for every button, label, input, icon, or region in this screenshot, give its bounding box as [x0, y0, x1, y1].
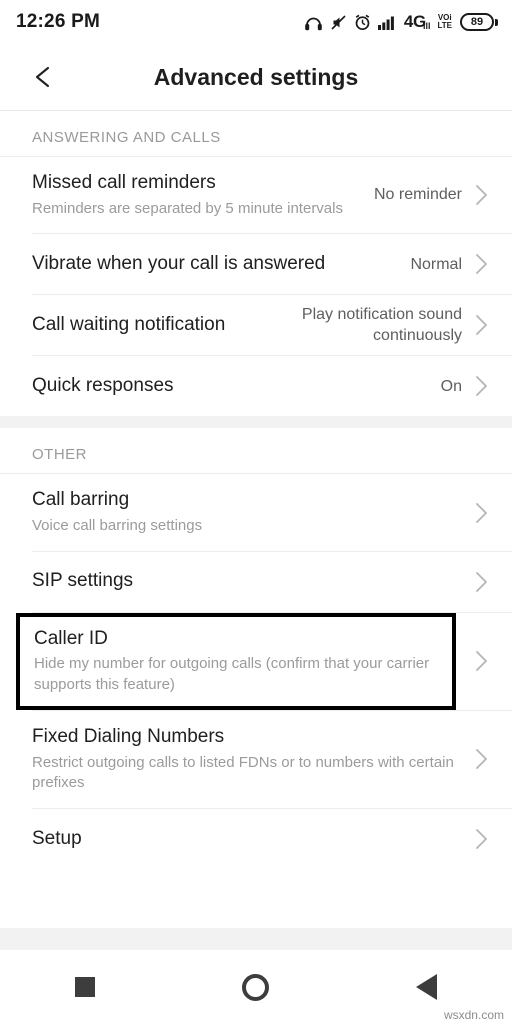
phone-screen: 12:26 PM 4G lll VOi LTE 89 Advanced sett… — [0, 0, 512, 1024]
row-caller-id[interactable]: Caller ID Hide my number for outgoing ca… — [0, 612, 512, 710]
row-fixed-dialing-numbers[interactable]: Fixed Dialing Numbers Restrict outgoing … — [0, 710, 512, 808]
bottom-band — [0, 928, 512, 950]
home-button[interactable] — [220, 959, 292, 1015]
mute-icon — [330, 14, 347, 31]
row-subtitle: Reminders are separated by 5 minute inte… — [32, 199, 343, 217]
page-title: Advanced settings — [153, 63, 359, 90]
row-title: Quick responses — [32, 375, 174, 397]
system-navigation-bar: wsxdn.com — [0, 950, 512, 1024]
battery-cap — [495, 18, 498, 26]
row-title: SIP settings — [32, 570, 134, 592]
row-vibrate-when-answered[interactable]: Vibrate when your call is answered Norma… — [0, 234, 512, 295]
row-value: Normal — [410, 255, 462, 273]
status-bar: 12:26 PM 4G lll VOi LTE 89 — [0, 0, 512, 44]
chevron-right-icon — [468, 748, 494, 770]
chevron-right-icon — [468, 184, 494, 206]
section-gap-band — [0, 416, 512, 429]
row-value: No reminder — [373, 186, 462, 204]
triangle-icon — [416, 974, 438, 1000]
battery-icon: 89 — [460, 13, 498, 31]
recents-button[interactable] — [49, 959, 121, 1015]
row-text-block: Fixed Dialing Numbers Restrict outgoing … — [32, 711, 462, 808]
row-title: Fixed Dialing Numbers — [32, 725, 225, 747]
square-icon — [75, 977, 96, 997]
row-quick-responses[interactable]: Quick responses On — [0, 356, 512, 417]
chevron-right-icon — [468, 502, 494, 524]
back-button[interactable] — [391, 959, 463, 1015]
row-title: Vibrate when your call is answered — [32, 253, 326, 275]
chevron-right-icon — [468, 314, 494, 336]
section-header-answering-and-calls: ANSWERING AND CALLS — [0, 111, 512, 156]
row-value: Play notification sound continuously — [301, 305, 462, 345]
watermark: wsxdn.com — [443, 1008, 504, 1022]
settings-list: ANSWERING AND CALLS Missed call reminder… — [0, 110, 512, 928]
row-value: On — [440, 377, 462, 395]
headphones-icon — [304, 14, 323, 31]
battery-percent-label: 89 — [470, 15, 484, 28]
row-text-block: SIP settings — [32, 555, 462, 608]
row-title: Setup — [32, 827, 82, 849]
section-header-other: OTHER — [0, 428, 512, 474]
row-text-block: Missed call reminders Reminders are sepa… — [32, 157, 364, 233]
circle-icon — [242, 973, 270, 1001]
row-subtitle: Voice call barring settings — [32, 517, 203, 535]
status-time: 12:26 PM — [16, 11, 100, 32]
row-text-block: Call barring Voice call barring settings — [32, 474, 462, 550]
volte-icon: VOi LTE — [437, 14, 452, 29]
chevron-right-icon — [468, 828, 494, 850]
caller-id-highlight-region: Caller ID Hide my number for outgoing ca… — [0, 612, 512, 710]
row-text-block: Setup — [32, 813, 462, 866]
row-call-waiting-notification[interactable]: Call waiting notification Play notificat… — [0, 295, 512, 356]
signal-bars-icon — [377, 15, 397, 30]
row-text-block: Caller ID Hide my number for outgoing ca… — [34, 613, 462, 710]
row-call-barring[interactable]: Call barring Voice call barring settings — [0, 474, 512, 551]
row-text-block: Quick responses — [32, 360, 431, 413]
chevron-right-icon — [468, 253, 494, 275]
network-signal-sub: lll — [422, 21, 431, 31]
row-title: Call barring — [32, 489, 130, 511]
row-subtitle: Hide my number for outgoing calls (confi… — [34, 655, 430, 694]
volte-bottom-label: LTE — [437, 21, 452, 30]
app-bar: Advanced settings — [0, 44, 512, 110]
row-title: Missed call reminders — [32, 172, 216, 193]
chevron-right-icon — [468, 650, 494, 672]
row-sip-settings[interactable]: SIP settings — [0, 551, 512, 612]
row-title: Call waiting notification — [32, 314, 226, 336]
back-arrow-icon[interactable] — [16, 49, 72, 105]
row-subtitle: Restrict outgoing calls to listed FDNs o… — [32, 753, 454, 792]
row-title: Caller ID — [34, 627, 108, 649]
chevron-right-icon — [468, 571, 494, 593]
chevron-right-icon — [468, 375, 494, 397]
row-text-block: Vibrate when your call is answered — [32, 238, 400, 291]
status-icon-group: 4G lll VOi LTE 89 — [304, 12, 498, 32]
row-text-block: Call waiting notification — [32, 299, 272, 352]
row-setup[interactable]: Setup — [0, 808, 512, 869]
alarm-icon — [354, 14, 371, 31]
row-missed-call-reminders[interactable]: Missed call reminders Reminders are sepa… — [0, 157, 512, 234]
